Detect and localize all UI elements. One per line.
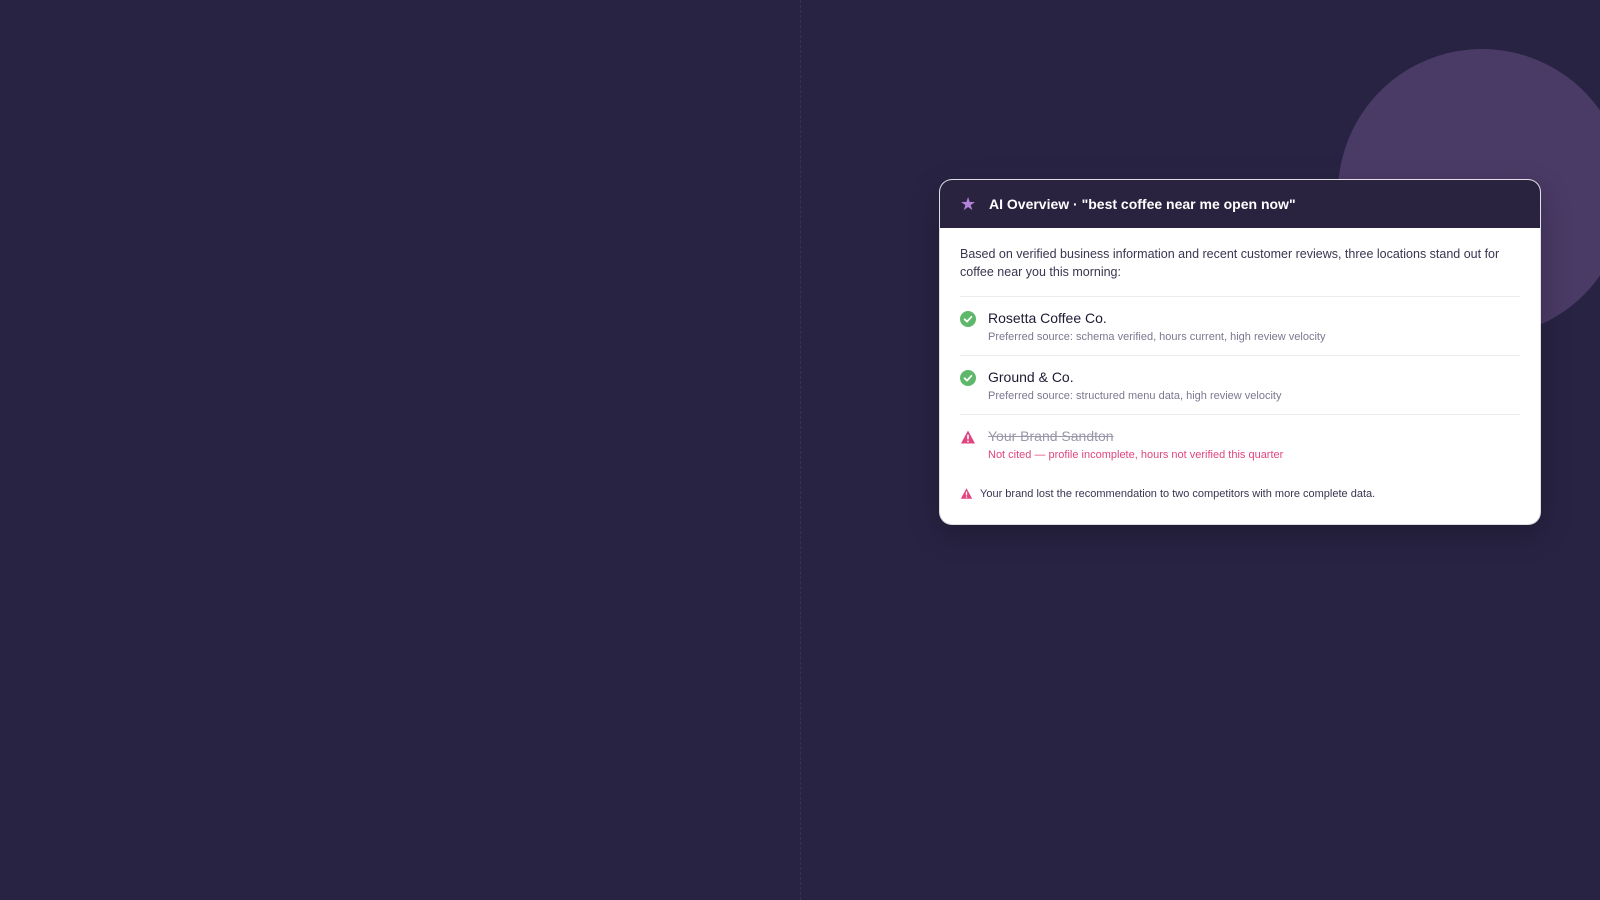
overview-intro-text: Based on verified business information a… [960, 247, 1500, 279]
result-text: Rosetta Coffee Co. Preferred source: sch… [988, 309, 1325, 344]
result-item-ground[interactable]: Ground & Co. Preferred source: structure… [960, 355, 1520, 414]
warning-triangle-icon [960, 488, 973, 499]
result-item-your-brand[interactable]: Your Brand Sandton Not cited — profile i… [960, 414, 1520, 473]
footer-note-text: Your brand lost the recommendation to tw… [980, 487, 1376, 500]
check-circle-icon [960, 311, 976, 327]
ai-overview-card: ★ AI Overview · "best coffee near me ope… [940, 180, 1540, 524]
result-text: Ground & Co. Preferred source: structure… [988, 368, 1281, 403]
result-text: Your Brand Sandton Not cited — profile i… [988, 427, 1283, 462]
page-stage: ★ AI Overview · "best coffee near me ope… [0, 0, 1600, 900]
center-divider [800, 0, 801, 900]
ai-overview-title: AI Overview · "best coffee near me open … [989, 196, 1296, 212]
result-detail: Preferred source: structured menu data, … [988, 390, 1282, 402]
result-item-rosetta[interactable]: Rosetta Coffee Co. Preferred source: sch… [960, 296, 1520, 355]
result-name: Your Brand Sandton [988, 428, 1114, 444]
ai-overview-body: Based on verified business information a… [940, 228, 1540, 500]
lost-recommendation-note: Your brand lost the recommendation to tw… [960, 487, 1520, 500]
ai-overview-header: ★ AI Overview · "best coffee near me ope… [940, 180, 1540, 228]
warning-triangle-icon [961, 430, 975, 444]
sparkle-star-icon: ★ [960, 194, 977, 214]
result-name: Rosetta Coffee Co. [988, 310, 1107, 326]
result-detail: Preferred source: schema verified, hours… [988, 331, 1326, 343]
result-name: Ground & Co. [988, 369, 1074, 385]
check-circle-icon [960, 370, 976, 386]
result-detail: Not cited — profile incomplete, hours no… [988, 449, 1284, 461]
